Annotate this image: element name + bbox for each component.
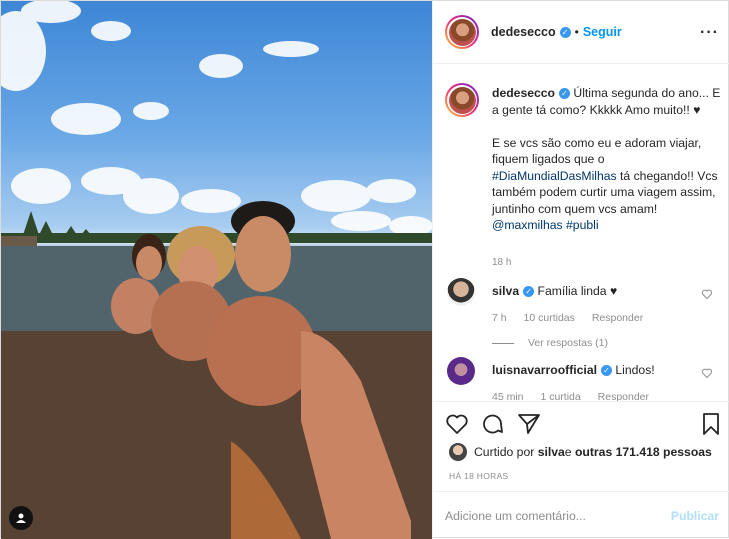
reply-button[interactable]: Responder	[598, 391, 649, 401]
caption-time: 18 h	[492, 257, 512, 268]
add-comment-bar: Publicar	[433, 491, 729, 539]
verified-badge-icon: ✓	[523, 286, 535, 298]
comment-likes[interactable]: 1 curtida	[540, 391, 580, 401]
liked-by: Curtido por silva e outras 171.418 pesso…	[449, 443, 712, 461]
post-photo[interactable]	[1, 1, 432, 539]
liked-user[interactable]: silva	[538, 445, 565, 459]
verified-badge-icon: ✓	[600, 365, 612, 377]
post-side-panel: dedesecco ✓ • Seguir ··· dedesecco ✓ Últi…	[432, 1, 729, 539]
comment-text: luisnavarroofficial ✓ Lindos!	[492, 363, 655, 377]
comment-username[interactable]: silva	[492, 284, 519, 298]
view-replies-label[interactable]: Ver respostas (1)	[528, 337, 608, 349]
more-horizontal-icon[interactable]: ···	[700, 24, 719, 42]
verified-badge-icon: ✓	[559, 88, 571, 100]
comment-likes[interactable]: 10 curtidas	[524, 312, 575, 324]
author-avatar[interactable]	[445, 15, 479, 49]
heart-icon[interactable]	[445, 412, 469, 436]
comment-time: 45 min	[492, 391, 524, 401]
caption-text: dedesecco ✓ Última segunda do ano... E a …	[492, 85, 724, 234]
comment-body: Família linda ♥	[537, 284, 618, 298]
post-header: dedesecco ✓ • Seguir ···	[433, 1, 729, 64]
user-icon	[16, 513, 26, 523]
liked-middle: e	[564, 445, 572, 459]
hashtag-link[interactable]: #DiaMundialDasMilhas	[492, 169, 617, 183]
liked-prefix: Curtido por	[474, 445, 535, 459]
like-comment-heart-icon[interactable]	[701, 288, 713, 300]
liked-others[interactable]: outras 171.418 pessoas	[575, 445, 712, 459]
post-container: dedesecco ✓ • Seguir ··· dedesecco ✓ Últi…	[0, 0, 729, 539]
liker-avatar[interactable]	[449, 443, 467, 461]
view-replies[interactable]: Ver respostas (1)	[492, 337, 608, 349]
hashtag-link-publi[interactable]: #publi	[566, 218, 599, 232]
comment-body: Lindos!	[615, 363, 655, 377]
comment-input[interactable]	[445, 508, 665, 523]
comment-text: silva ✓ Família linda ♥	[492, 284, 617, 298]
separator: •	[574, 25, 579, 39]
mention-link[interactable]: @maxmilhas	[492, 218, 563, 232]
caption-username[interactable]: dedesecco	[492, 86, 555, 100]
share-icon[interactable]	[517, 412, 541, 436]
posted-time[interactable]: HÁ 18 HORAS	[449, 471, 509, 481]
comment-meta: 7 h 10 curtidas Responder	[492, 312, 657, 324]
comments-area[interactable]: dedesecco ✓ Última segunda do ano... E a …	[433, 65, 729, 401]
commenter-avatar[interactable]	[447, 278, 475, 306]
commenter-avatar[interactable]	[447, 357, 475, 385]
comment-username[interactable]: luisnavarroofficial	[492, 363, 597, 377]
reply-button[interactable]: Responder	[592, 312, 643, 324]
tagged-users-button[interactable]	[9, 506, 33, 530]
bookmark-icon[interactable]	[699, 412, 723, 436]
comment-time: 7 h	[492, 312, 507, 324]
author-username[interactable]: dedesecco	[491, 25, 556, 39]
caption-avatar[interactable]	[445, 83, 479, 117]
follow-button[interactable]: Seguir	[583, 25, 622, 39]
publish-button[interactable]: Publicar	[671, 509, 719, 523]
verified-badge-icon: ✓	[559, 26, 571, 38]
action-bar	[433, 401, 729, 441]
comment-icon[interactable]	[481, 412, 505, 436]
comment-meta: 45 min 1 curtida Responder	[492, 391, 663, 401]
like-comment-heart-icon[interactable]	[701, 367, 713, 379]
caption-line-2a: E se vcs são como eu e adoram viajar, fi…	[492, 135, 702, 167]
photo-scene	[1, 1, 432, 539]
